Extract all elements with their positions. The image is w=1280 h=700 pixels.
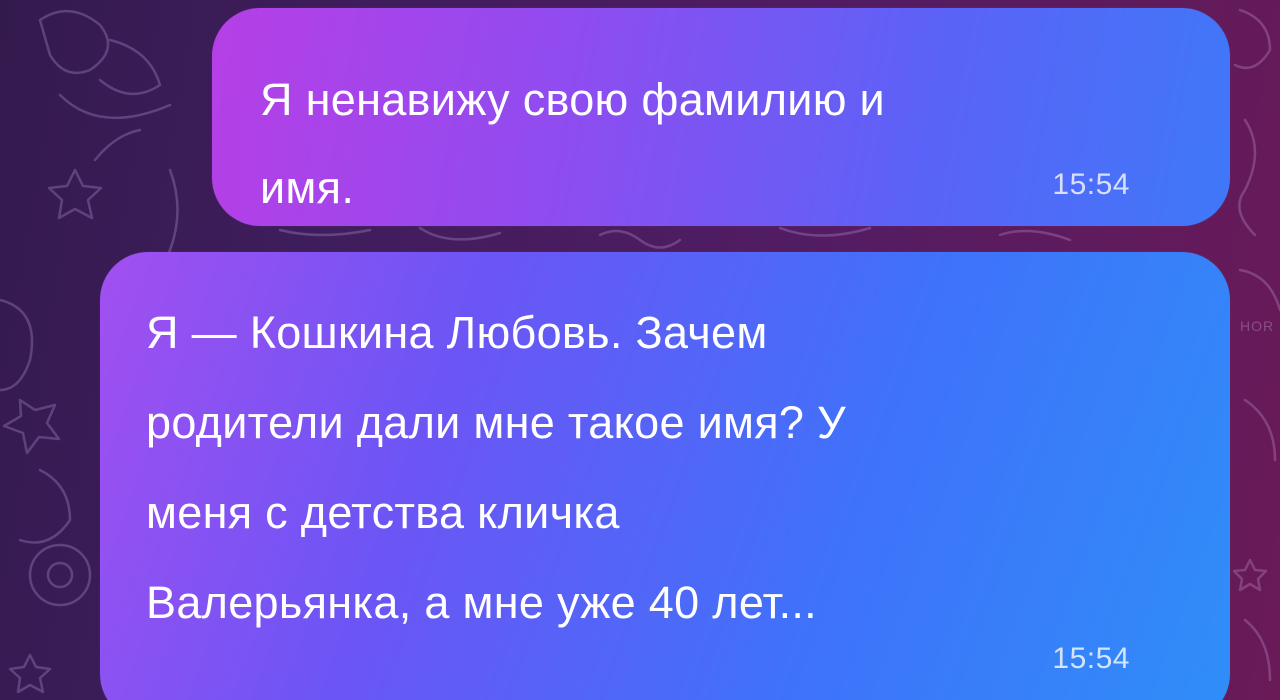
message-bubble[interactable]: Я — Кошкина Любовь. Зачем родители дали … [100,252,1230,700]
message-text: Я ненавижу свою фамилию и имя. [260,74,885,213]
chat-area[interactable]: Я ненавижу свою фамилию и имя. 15:54 Я —… [0,0,1280,700]
message-time: 15:54 [1052,168,1130,201]
message-bubble[interactable]: Я ненавижу свою фамилию и имя. 15:54 [212,8,1230,226]
message-text: Я — Кошкина Любовь. Зачем родители дали … [146,307,846,628]
message-time: 15:54 [1052,642,1130,675]
